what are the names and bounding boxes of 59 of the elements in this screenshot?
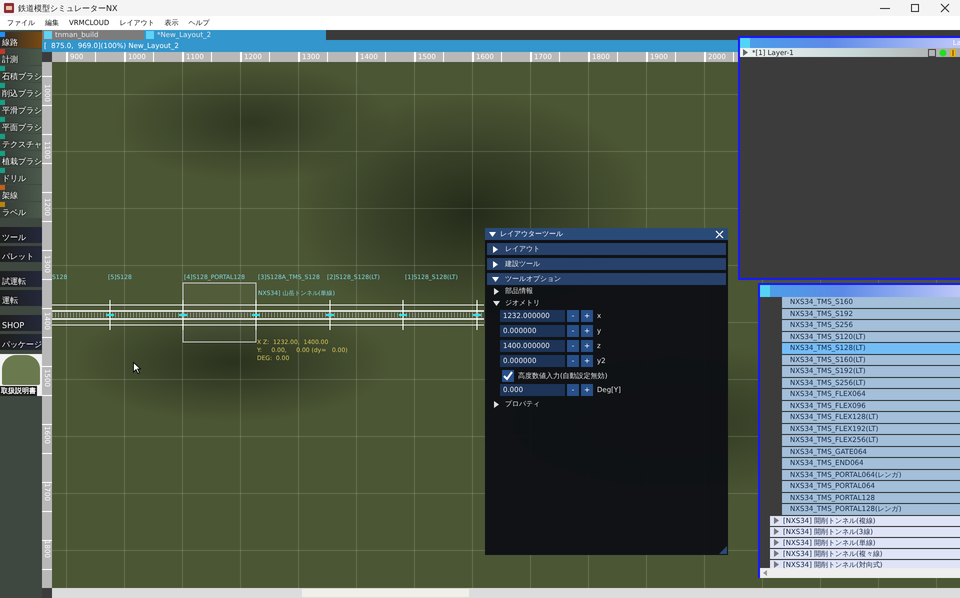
button-label: 計測 <box>1 55 18 65</box>
sidebar-button[interactable]: 削込ブラシ <box>0 83 42 99</box>
horizontal-scrollbar[interactable] <box>52 588 960 598</box>
app-icon <box>4 3 14 13</box>
sidebar-button[interactable]: パッケージ <box>0 334 42 350</box>
pointer-icon <box>133 362 141 374</box>
sidebar-button[interactable]: 架線 <box>0 185 42 201</box>
button-label: 試運転 <box>1 277 26 287</box>
button-label: 植栽ブラシ <box>1 157 42 167</box>
sidebar-button[interactable]: ラベル <box>0 202 42 218</box>
sidebar-button[interactable]: 計測 <box>0 49 42 65</box>
button-label: 平面ブラシ <box>1 123 42 133</box>
button-label: パッケージ <box>1 340 42 350</box>
window-title: 鉄道模型シミュレーターNX <box>18 2 118 14</box>
collapsed-triangle-icon[interactable] <box>492 260 499 268</box>
sidebar-button[interactable]: 石積ブラシ <box>0 66 42 82</box>
collapsed-triangle-icon[interactable] <box>493 400 500 408</box>
button-label: ドリル <box>1 174 26 184</box>
sidebar-button[interactable]: SHOP <box>0 315 42 331</box>
resize-grip-icon[interactable] <box>719 546 727 554</box>
button-label: パレット <box>1 252 34 262</box>
sidebar-button[interactable]: テクスチャ <box>0 134 42 150</box>
horizontal-scrollbar[interactable] <box>760 568 960 578</box>
collapse-triangle-icon[interactable] <box>489 230 496 238</box>
button-label: 削込ブラシ <box>1 89 42 99</box>
button-label: 架線 <box>1 191 18 201</box>
sidebar-button[interactable]: 平面ブラシ <box>0 117 42 133</box>
panel-icon <box>760 285 770 297</box>
button-label: 平滑ブラシ <box>1 106 42 116</box>
sidebar-button[interactable]: 試運転 <box>0 271 42 287</box>
button-label: 石積ブラシ <box>1 72 42 82</box>
sidebar-button[interactable]: パレット <box>0 246 42 262</box>
button-label: 線路 <box>1 38 18 48</box>
button-label: SHOP <box>1 321 24 331</box>
visibility-dot-icon[interactable] <box>939 48 947 56</box>
button-label: ラベル <box>1 208 26 218</box>
sidebar-button[interactable]: 植栽ブラシ <box>0 151 42 167</box>
close-icon[interactable] <box>715 230 724 238</box>
sidebar-button[interactable]: 平滑ブラシ <box>0 100 42 116</box>
button-label: ツール <box>1 233 26 243</box>
expanded-triangle-icon[interactable] <box>492 276 499 282</box>
lock-icon[interactable] <box>950 48 956 56</box>
panel-icon <box>740 38 750 48</box>
illustration-placeholder <box>2 355 40 385</box>
sidebar-button[interactable]: ツール <box>0 227 42 243</box>
scroll-thumb[interactable] <box>302 589 469 597</box>
document-icon <box>44 31 52 39</box>
document-icon <box>146 31 154 39</box>
sidebar-button[interactable]: ドリル <box>0 168 42 184</box>
collapsed-triangle-icon[interactable] <box>493 288 500 294</box>
checkbox[interactable] <box>502 370 514 382</box>
button-label: テクスチャ <box>1 140 42 150</box>
sidebar-button[interactable]: 線路 <box>0 32 42 48</box>
checkbox-icon[interactable] <box>928 48 936 56</box>
checkmark-icon <box>502 370 514 382</box>
button-label: 運転 <box>1 296 18 306</box>
expanded-triangle-icon[interactable] <box>493 300 500 306</box>
collapsed-triangle-icon[interactable] <box>492 246 499 252</box>
sidebar-button[interactable]: 運転 <box>0 290 42 306</box>
